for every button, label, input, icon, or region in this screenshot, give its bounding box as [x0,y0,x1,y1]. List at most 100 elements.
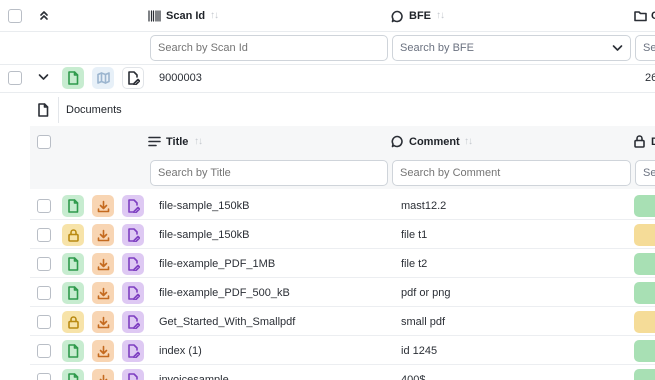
status-badge [634,253,655,275]
third-doc-search-input[interactable]: Se [635,160,655,186]
scan-id-cell: 9000003 [159,72,202,84]
documents-title: Documents [66,104,122,116]
document-button[interactable] [62,253,84,275]
column-header-third[interactable]: C [651,10,655,22]
edit-file-icon [127,315,140,329]
sort-icon[interactable]: ↑↓ [436,10,445,21]
collapse-all-icon[interactable] [38,9,50,23]
table-row[interactable]: file-sample_150kB mast12.2 [0,191,655,220]
edit-file-button[interactable] [122,253,144,275]
row-checkbox[interactable] [37,257,51,271]
locked-document-button[interactable] [62,311,84,333]
table-row[interactable]: index (1) id 1245 [0,336,655,365]
third-cell: 26 [645,72,655,84]
edit-file-button[interactable] [122,195,144,217]
table-row[interactable]: file-example_PDF_500_kB pdf or png [0,278,655,307]
row-checkbox[interactable] [37,228,51,242]
edit-file-button[interactable] [122,282,144,304]
sort-icon[interactable]: ↑↓ [194,136,203,147]
chevron-down-icon [612,45,623,51]
lock-icon [634,135,645,151]
scan-id-search-input[interactable] [150,35,388,61]
row-checkbox[interactable] [37,344,51,358]
chevron-down-icon[interactable] [38,72,49,84]
table-row[interactable]: Get_Started_With_Smallpdf small pdf [0,307,655,336]
status-badge [634,340,655,362]
table-row[interactable]: invoicesample 400$ [0,365,655,380]
document-button[interactable] [62,282,84,304]
column-header-comment[interactable]: Comment [409,136,460,148]
document-icon [32,99,54,121]
row-checkbox[interactable] [37,315,51,329]
edit-file-button[interactable] [122,311,144,333]
bfe-select-placeholder: Search by BFE [400,42,474,54]
document-button[interactable] [62,195,84,217]
locked-document-button[interactable] [62,224,84,246]
edit-file-icon [127,257,140,271]
comment-cell: 400$ [401,374,426,380]
column-header-third-doc[interactable]: D [651,136,655,148]
comment-cell: file t2 [401,258,428,270]
column-header-scan-id[interactable]: Scan Id [166,10,205,22]
edit-file-button[interactable] [122,340,144,362]
chat-bubble-icon [391,10,404,26]
comment-search-input[interactable] [392,160,631,186]
sort-icon[interactable]: ↑↓ [464,136,473,147]
column-header-title[interactable]: Title [166,136,188,148]
documents-rows: file-sample_150kB mast12.2 file-sample_1… [0,191,655,380]
divider [58,97,59,123]
edit-file-button[interactable] [122,67,144,89]
document-icon [68,373,79,380]
document-button[interactable] [62,340,84,362]
download-button[interactable] [92,195,114,217]
edit-file-button[interactable] [122,224,144,246]
folder-icon [634,10,648,25]
status-badge [634,224,655,246]
table-row[interactable]: file-example_PDF_1MB file t2 [0,249,655,278]
status-badge [634,369,655,380]
select-all-documents-checkbox[interactable] [37,135,51,149]
edit-file-icon [127,228,140,242]
title-cell: index (1) [159,345,202,357]
comment-cell: pdf or png [401,287,451,299]
column-header-bfe[interactable]: BFE [409,10,431,22]
title-cell: file-sample_150kB [159,200,250,212]
sort-icon[interactable]: ↑↓ [210,10,219,21]
edit-file-button[interactable] [122,369,144,380]
document-icon [68,199,79,213]
third-search-input[interactable]: Se [635,35,655,61]
download-button[interactable] [92,340,114,362]
row-checkbox[interactable] [37,373,51,380]
text-lines-icon [148,136,161,150]
download-button[interactable] [92,369,114,380]
barcode-icon [148,10,161,25]
map-button[interactable] [92,67,114,89]
table-row[interactable]: file-sample_150kB file t1 [0,220,655,249]
row-checkbox[interactable] [8,71,22,85]
status-badge [634,195,655,217]
row-checkbox[interactable] [37,286,51,300]
lock-icon [67,228,79,242]
download-button[interactable] [92,311,114,333]
row-checkbox[interactable] [37,199,51,213]
download-icon [97,229,109,241]
download-icon [97,345,109,357]
select-all-checkbox[interactable] [8,9,22,23]
title-cell: invoicesample [159,374,229,380]
divider [0,64,655,65]
chat-bubble-icon [391,135,404,151]
download-icon [97,316,109,328]
download-button[interactable] [92,282,114,304]
bfe-select[interactable]: Search by BFE [392,35,631,61]
title-cell: file-sample_150kB [159,229,250,241]
document-button[interactable] [62,67,84,89]
comment-cell: file t1 [401,229,428,241]
comment-cell: small pdf [401,316,446,328]
title-search-input[interactable] [150,160,388,186]
download-icon [97,200,109,212]
document-icon [68,286,79,300]
download-button[interactable] [92,253,114,275]
download-button[interactable] [92,224,114,246]
document-button[interactable] [62,369,84,380]
download-icon [97,258,109,270]
